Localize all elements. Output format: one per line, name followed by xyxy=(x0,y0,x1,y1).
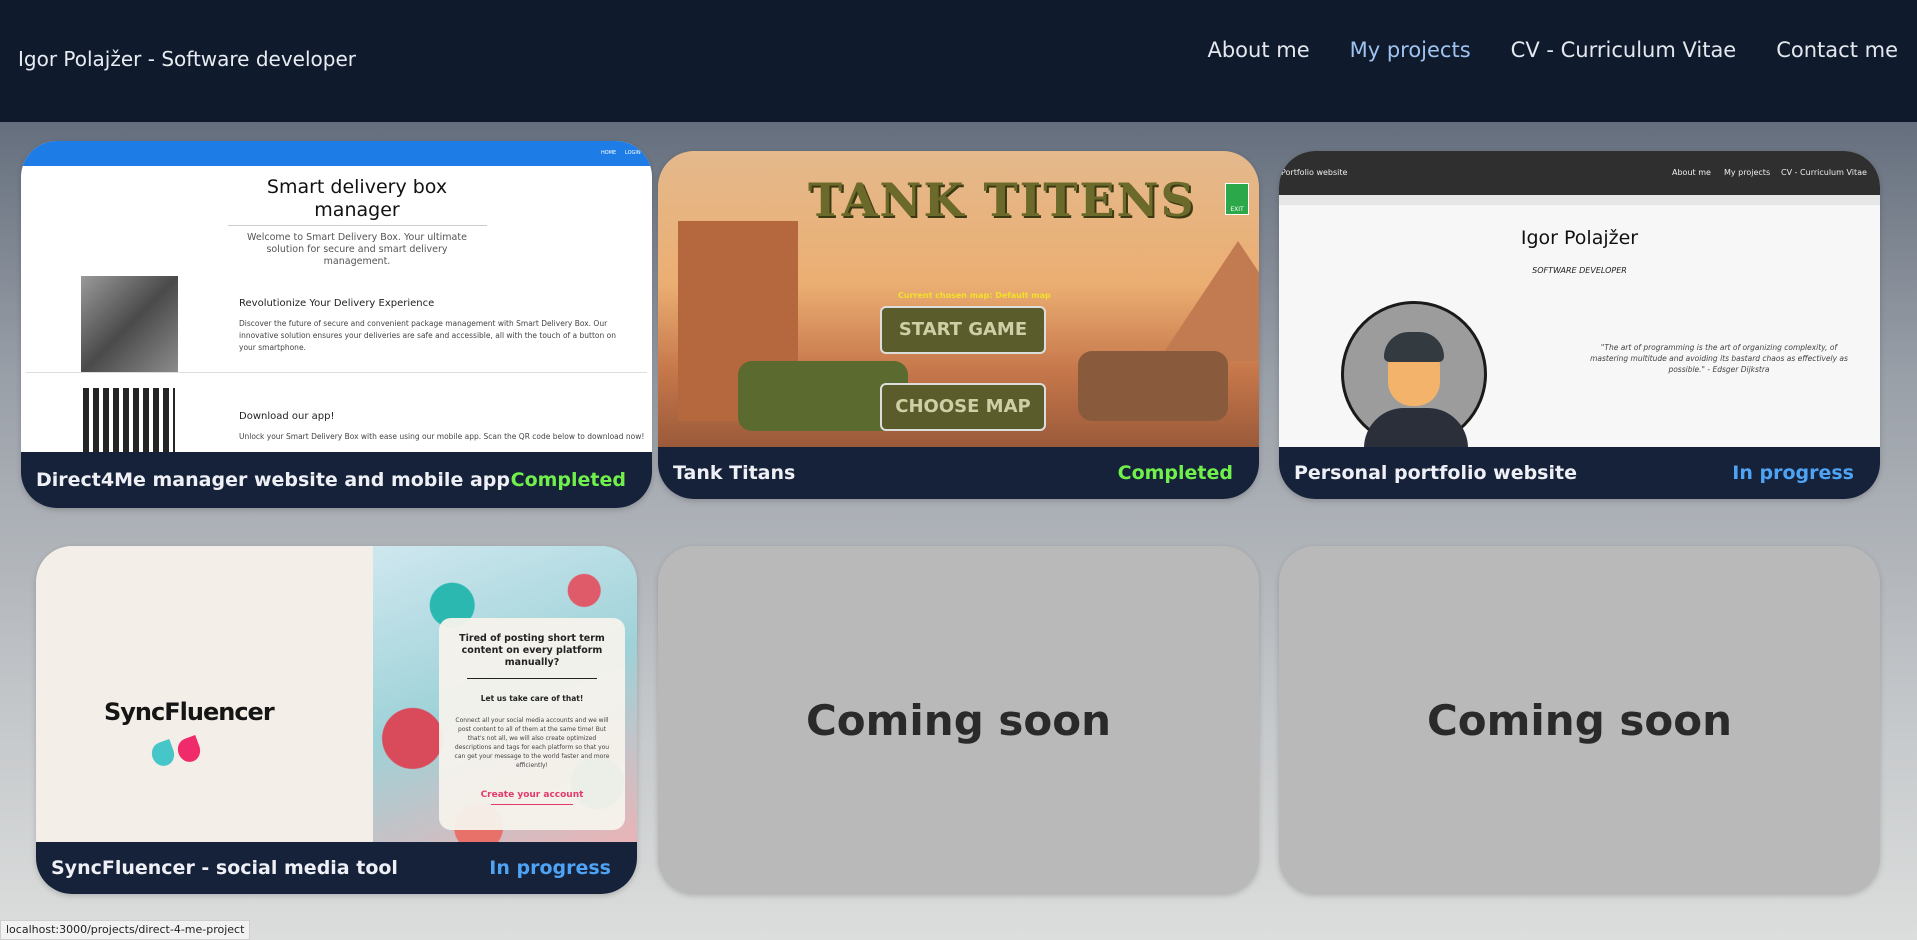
coming-soon-label: Coming soon xyxy=(1426,695,1733,745)
divider xyxy=(467,678,597,679)
project-preview-image: HOME LOGIN Smart delivery box manager We… xyxy=(21,141,652,452)
preview-header-bar: HOME LOGIN xyxy=(21,141,652,166)
project-status: In progress xyxy=(1732,462,1854,484)
project-status: In progress xyxy=(489,857,611,879)
project-title: Personal portfolio website xyxy=(1294,462,1577,484)
cta-underline xyxy=(491,804,573,805)
game-logo: TANK TITENS xyxy=(808,173,1196,227)
site-brand[interactable]: Igor Polajžer - Software developer xyxy=(18,47,356,71)
avatar-body xyxy=(1364,408,1468,447)
syncfluencer-logo: SyncFluencer xyxy=(104,698,275,726)
preview-band xyxy=(1279,195,1880,205)
preview-text: Connect all your social media accounts a… xyxy=(454,717,610,769)
project-card-coming-soon: Coming soon xyxy=(658,546,1259,894)
preview-intro: Welcome to Smart Delivery Box. Your ulti… xyxy=(247,232,467,267)
top-navbar: Igor Polajžer - Software developer About… xyxy=(0,0,1917,122)
nav-cv[interactable]: CV - Curriculum Vitae xyxy=(1511,38,1737,62)
project-card-tank-titans[interactable]: TANK TITENS EXIT Current chosen map: Def… xyxy=(658,151,1259,499)
game-current-map: Current chosen map: Default map xyxy=(898,291,1051,300)
preview-header-bar: Portfolio website About me My projects C… xyxy=(1279,151,1880,195)
main-nav: About me My projects CV - Curriculum Vit… xyxy=(1207,38,1898,62)
preview-quote: "The art of programming is the art of or… xyxy=(1590,343,1848,374)
project-title: SyncFluencer - social media tool xyxy=(51,857,398,879)
logo-drop-icon xyxy=(174,734,204,766)
preview-section-title: Revolutionize Your Delivery Experience xyxy=(239,298,435,309)
avatar-hair xyxy=(1384,332,1444,362)
preview-nav-login: LOGIN xyxy=(625,150,641,156)
project-card-footer: Direct4Me manager website and mobile app… xyxy=(21,452,652,508)
browser-status-url: localhost:3000/projects/direct-4-me-proj… xyxy=(0,920,251,940)
preview-heading: Tired of posting short term content on e… xyxy=(459,633,605,668)
avatar xyxy=(1341,301,1487,447)
preview-signup-box: Tired of posting short term content on e… xyxy=(439,618,625,830)
preview-role: SOFTWARE DEVELOPER xyxy=(1532,266,1627,275)
project-card-footer: Tank Titans Completed xyxy=(658,447,1259,499)
project-card-syncfluencer[interactable]: SyncFluencer Tired of posting short term… xyxy=(36,546,637,894)
preview-nav-item: CV - Curriculum Vitae xyxy=(1781,168,1867,177)
preview-nav-item: My projects xyxy=(1724,168,1771,177)
exit-icon: EXIT xyxy=(1225,183,1249,215)
delivery-box-photo xyxy=(81,276,178,373)
project-preview-image: SyncFluencer Tired of posting short term… xyxy=(36,546,637,842)
nav-about-me[interactable]: About me xyxy=(1207,38,1309,62)
project-title: Tank Titans xyxy=(673,462,796,484)
project-preview-image: TANK TITENS EXIT Current chosen map: Def… xyxy=(658,151,1259,447)
divider xyxy=(26,372,647,373)
preview-heading: Smart delivery box manager xyxy=(266,176,448,221)
preview-section-text: Discover the future of secure and conven… xyxy=(239,319,616,352)
project-status: Completed xyxy=(1117,462,1233,484)
preview-nav-home: HOME xyxy=(601,150,617,156)
qr-code-icon xyxy=(83,388,175,452)
game-start-button: START GAME xyxy=(880,306,1046,354)
game-choose-map-button: CHOOSE MAP xyxy=(880,383,1046,431)
logo-drop-icon xyxy=(148,738,178,770)
nav-my-projects[interactable]: My projects xyxy=(1350,38,1471,62)
preview-name: Igor Polajžer xyxy=(1520,227,1639,249)
project-preview-image: Portfolio website About me My projects C… xyxy=(1279,151,1880,447)
preview-download-title: Download our app! xyxy=(239,411,335,422)
coming-soon-label: Coming soon xyxy=(805,695,1112,745)
divider xyxy=(228,225,487,226)
project-card-coming-soon: Coming soon xyxy=(1279,546,1880,894)
preview-subheading: Let us take care of that! xyxy=(480,694,584,703)
project-title: Direct4Me manager website and mobile app xyxy=(36,469,510,491)
project-card-direct4me[interactable]: HOME LOGIN Smart delivery box manager We… xyxy=(21,141,652,508)
preview-site-label: Portfolio website xyxy=(1281,168,1348,177)
preview-download-text: Unlock your Smart Delivery Box with ease… xyxy=(239,432,645,441)
project-status: Completed xyxy=(510,469,626,491)
nav-contact-me[interactable]: Contact me xyxy=(1776,38,1898,62)
project-card-footer: Personal portfolio website In progress xyxy=(1279,447,1880,499)
tank-sprite xyxy=(1078,351,1228,421)
project-card-portfolio[interactable]: Portfolio website About me My projects C… xyxy=(1279,151,1880,499)
game-background-mountain xyxy=(1158,241,1259,361)
preview-cta: Create your account xyxy=(480,790,584,800)
preview-nav-item: About me xyxy=(1672,168,1711,177)
project-card-footer: SyncFluencer - social media tool In prog… xyxy=(36,842,637,894)
